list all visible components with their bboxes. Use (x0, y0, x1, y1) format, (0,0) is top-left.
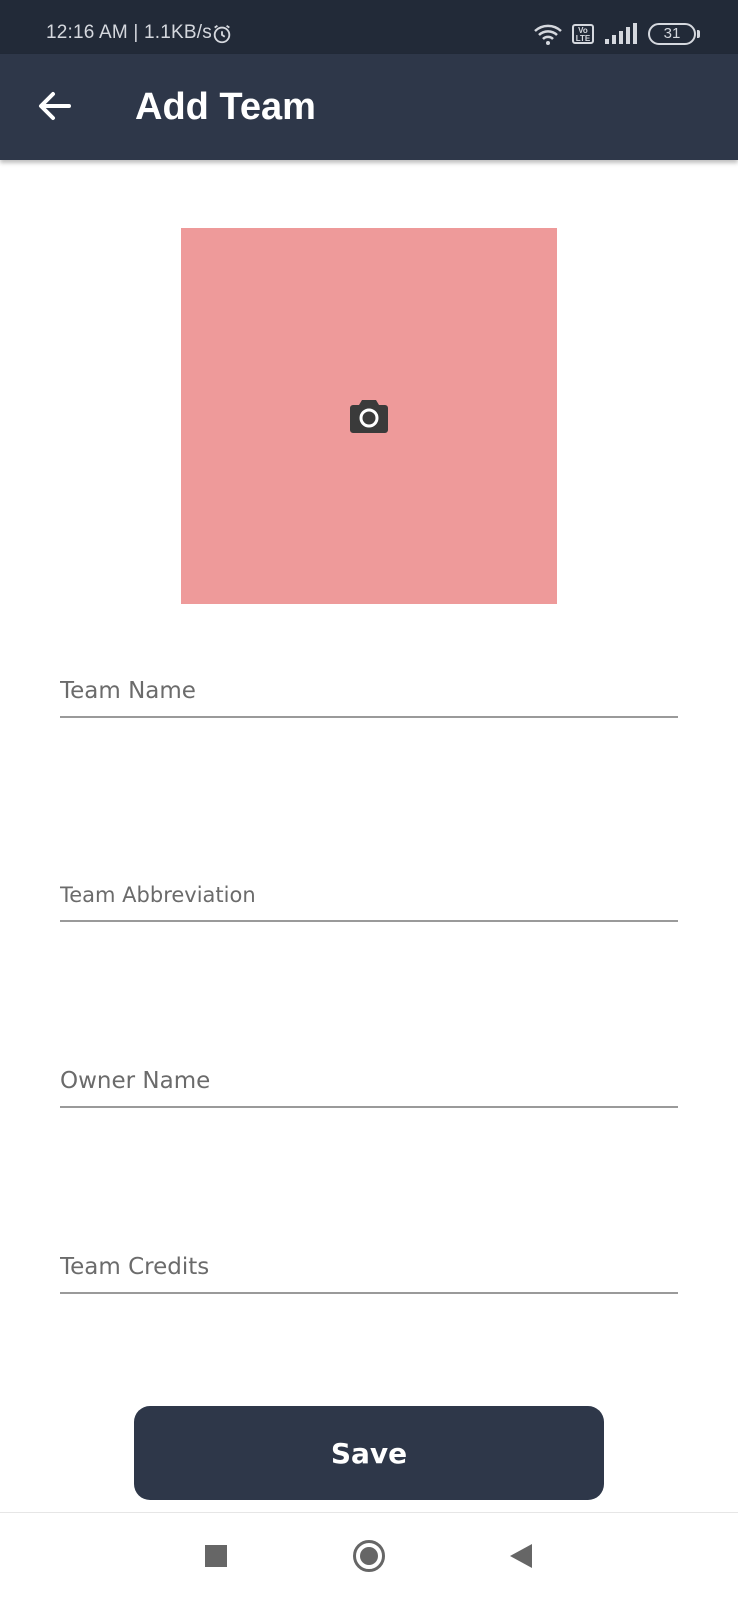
team-abbreviation-input[interactable] (60, 870, 678, 922)
owner-name-field (60, 1056, 678, 1108)
battery-indicator: 31 (648, 23, 700, 45)
status-bar: 12:16 AM | 1.1KB/s Vo LTE 31 (0, 0, 738, 54)
arrow-left-icon (39, 92, 71, 120)
volte-badge: Vo LTE (572, 24, 594, 44)
team-credits-field (60, 1242, 678, 1294)
team-credits-input[interactable] (60, 1242, 678, 1294)
home-icon[interactable] (353, 1540, 385, 1572)
back-button[interactable] (30, 82, 78, 130)
team-logo-picker[interactable] (181, 228, 557, 604)
back-icon[interactable] (510, 1544, 532, 1568)
status-icons: Vo LTE 31 (533, 20, 700, 48)
alarm-icon (213, 24, 231, 44)
team-name-field (60, 666, 678, 718)
owner-name-input[interactable] (60, 1056, 678, 1108)
camera-icon (350, 400, 388, 433)
team-name-input[interactable] (60, 666, 678, 718)
status-time: 12:16 AM | 1.1KB/s (46, 22, 212, 43)
app-bar: Add Team (0, 54, 738, 160)
save-button[interactable]: Save (134, 1406, 604, 1500)
team-abbreviation-field (60, 870, 678, 922)
system-nav-bar (0, 1512, 738, 1600)
wifi-icon (534, 24, 562, 45)
page-title: Add Team (135, 86, 316, 128)
recent-apps-icon[interactable] (205, 1545, 227, 1567)
signal-icon (605, 23, 637, 44)
network-speed: 1.1KB/s (143, 22, 212, 43)
